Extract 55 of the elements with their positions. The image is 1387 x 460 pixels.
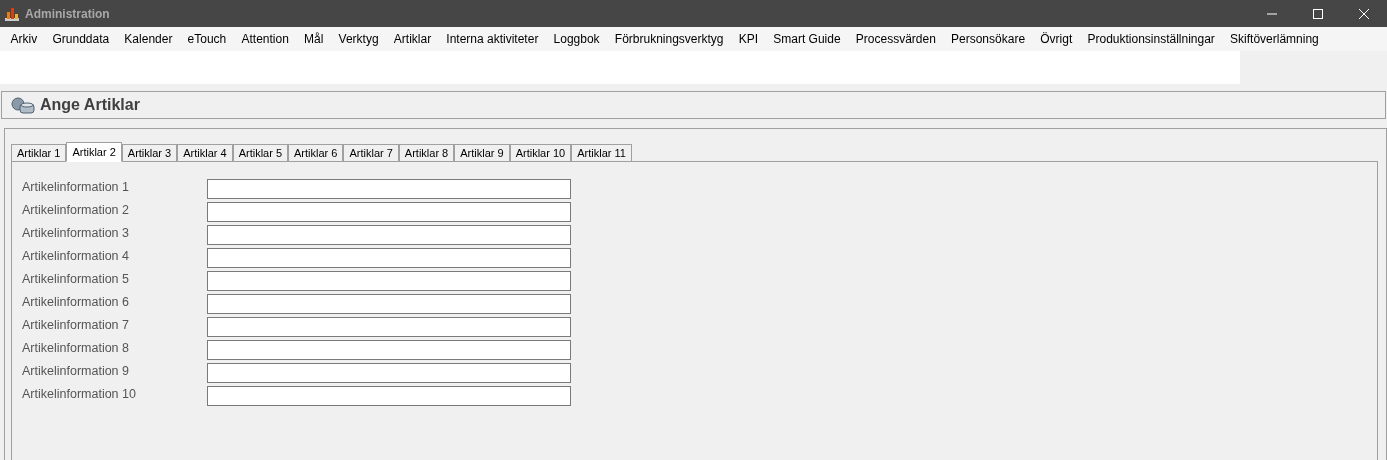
tab[interactable]: Artiklar 10: [509, 144, 572, 161]
menu-item[interactable]: Verktyg: [331, 28, 387, 50]
menu-item[interactable]: Produktionsinställningar: [1079, 28, 1223, 50]
tab[interactable]: Artiklar 9: [454, 144, 510, 161]
tab[interactable]: Artiklar 11: [571, 144, 632, 161]
field-label: Artikelinformation 4: [22, 248, 130, 263]
field-label: Artikelinformation 9: [22, 363, 130, 378]
menu-item[interactable]: KPI: [731, 28, 766, 50]
input-field[interactable]: [207, 294, 571, 314]
menu-item[interactable]: Personsökare: [943, 28, 1033, 50]
field-label: Artikelinformation 1: [22, 179, 130, 194]
field-label: Artikelinformation 8: [22, 340, 130, 355]
close-icon: [1359, 8, 1369, 19]
input-field[interactable]: [207, 179, 571, 199]
menu-item[interactable]: Skiftöverlämning: [1222, 28, 1327, 50]
menu-item[interactable]: Förbrukningsverktyg: [607, 28, 732, 50]
menu-item[interactable]: eTouch: [180, 28, 234, 50]
tab[interactable]: Artiklar 6: [288, 144, 344, 161]
input-field[interactable]: [207, 317, 571, 337]
menu-item[interactable]: Interna aktiviteter: [438, 28, 546, 50]
tab[interactable]: Artiklar 5: [232, 144, 289, 161]
field-label: Artikelinformation 6: [22, 294, 130, 309]
tab[interactable]: Artiklar 8: [398, 144, 455, 161]
field-label: Artikelinformation 10: [22, 386, 137, 401]
tab[interactable]: Artiklar 7: [343, 144, 399, 161]
menu-item[interactable]: Loggbok: [545, 28, 608, 50]
window-title: Administration: [25, 6, 111, 21]
menu-item[interactable]: Arkiv: [3, 28, 45, 50]
chart-icon: [4, 5, 20, 22]
field-label: Artikelinformation 2: [22, 202, 130, 217]
tab[interactable]: Artiklar 4: [177, 144, 233, 161]
input-field[interactable]: [207, 340, 571, 360]
tab[interactable]: Artiklar 2: [66, 142, 122, 162]
tab[interactable]: Artiklar 3: [121, 144, 178, 161]
input-field[interactable]: [207, 271, 571, 291]
page-title: Ange Artiklar: [40, 96, 140, 114]
input-field[interactable]: [207, 225, 571, 245]
menu-item[interactable]: Artiklar: [386, 28, 439, 50]
menu-item[interactable]: Övrigt: [1032, 28, 1080, 50]
field-label: Artikelinformation 5: [22, 271, 130, 286]
field-label: Artikelinformation 7: [22, 317, 130, 332]
menu-item[interactable]: Kalender: [116, 28, 180, 50]
input-field[interactable]: [207, 363, 571, 383]
input-field[interactable]: [207, 386, 571, 406]
input-field[interactable]: [207, 202, 571, 222]
menu-item[interactable]: Smart Guide: [765, 28, 849, 50]
input-field[interactable]: [207, 248, 571, 268]
field-label: Artikelinformation 3: [22, 225, 130, 240]
cylinders-icon: [10, 95, 36, 115]
menu-item[interactable]: Grunddata: [44, 28, 117, 50]
menu-item[interactable]: Processvärden: [848, 28, 944, 50]
maximize-icon: [1313, 8, 1323, 19]
menu-item[interactable]: Attention: [233, 28, 297, 50]
tab[interactable]: Artiklar 1: [11, 144, 67, 161]
menu-item[interactable]: Mål: [296, 28, 331, 50]
